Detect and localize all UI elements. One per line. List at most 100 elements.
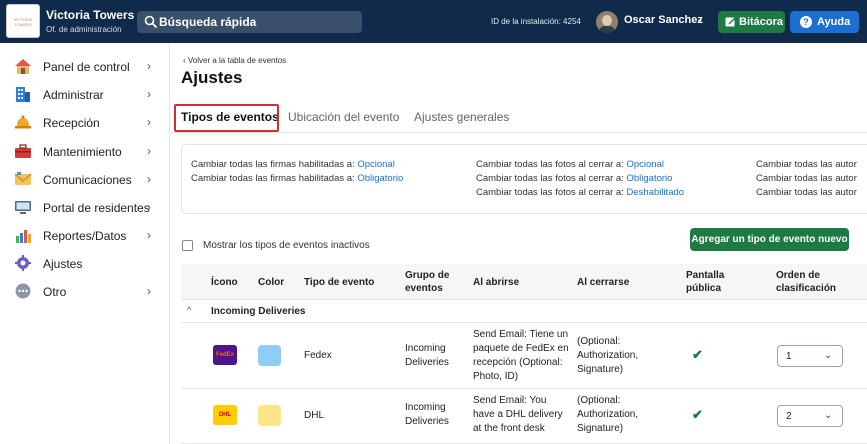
user-name[interactable]: Oscar Sanchez: [624, 14, 703, 26]
option-label: Cambiar todas las fotos al cerrar a:: [476, 159, 624, 170]
color-swatch[interactable]: [258, 405, 281, 426]
option-label: Cambiar todas las autor: [756, 159, 857, 170]
sidebar-item-panel[interactable]: Panel de control ›: [0, 52, 170, 80]
sidebar-item-reportes[interactable]: Reportes/Datos ›: [0, 221, 170, 249]
column-header-group: Grupo de eventos: [405, 269, 449, 295]
installation-id: ID de la instalación: 4254: [491, 17, 581, 26]
page-title: Ajustes: [181, 68, 243, 87]
sidebar-item-label: Administrar: [43, 88, 104, 102]
table-row[interactable]: DHL DHL Incoming Deliveries Send Email: …: [181, 389, 867, 444]
option-label: Cambiar todas las autor: [756, 187, 857, 198]
group-row[interactable]: ^ Incoming Deliveries: [181, 300, 867, 323]
sidebar-item-label: Portal de residentes: [43, 201, 150, 215]
search-icon: [144, 15, 158, 29]
bulk-options-card: Cambiar todas las firmas habilitadas a: …: [181, 144, 867, 214]
column-header-type: Tipo de evento: [304, 277, 375, 288]
show-inactive-checkbox[interactable]: [182, 240, 193, 251]
column-header-icon: Ícono: [211, 277, 238, 288]
event-group-line: Deliveries: [405, 357, 449, 368]
chevron-down-icon[interactable]: ⌄: [696, 14, 704, 25]
sort-order-select[interactable]: 1 ⌄: [777, 345, 843, 367]
back-link[interactable]: ‹ Volver a la tabla de eventos: [183, 56, 286, 65]
sidebar-item-comunicaciones[interactable]: Comunicaciones ›: [0, 165, 170, 193]
column-header-line: pública: [686, 283, 722, 294]
chevron-right-icon: ›: [147, 200, 151, 214]
sort-order-value: 1: [786, 351, 792, 362]
event-group: Incoming Deliveries: [405, 342, 449, 370]
option-signature-required: Cambiar todas las firmas habilitadas a: …: [191, 173, 403, 184]
table-header: Ícono Color Tipo de evento Grupo de even…: [181, 264, 867, 300]
color-swatch[interactable]: [258, 345, 281, 366]
check-icon: ✔: [692, 407, 703, 422]
sidebar-item-ajustes[interactable]: Ajustes: [0, 249, 170, 277]
top-bar: VICTORIA TOWERS Victoria Towers Of. de a…: [0, 0, 867, 43]
option-authorization: Cambiar todas las autor: [756, 173, 857, 184]
option-label: Cambiar todas las fotos al cerrar a:: [476, 173, 624, 184]
option-link[interactable]: Opcional: [357, 159, 395, 170]
option-photo-optional: Cambiar todas las fotos al cerrar a: Opc…: [476, 159, 664, 170]
table-row[interactable]: FedEx Fedex Incoming Deliveries Send Ema…: [181, 323, 867, 389]
option-authorization: Cambiar todas las autor: [756, 187, 857, 198]
chevron-down-icon: ⌄: [824, 350, 833, 361]
sidebar-item-portal[interactable]: Portal de residentes ›: [0, 193, 170, 221]
on-open-line: paquete de FedEx en: [473, 343, 569, 354]
brand-name: Victoria Towers: [46, 8, 135, 22]
column-header-color: Color: [258, 277, 285, 288]
chevron-up-icon[interactable]: ^: [187, 305, 191, 315]
chevron-right-icon: ›: [147, 59, 151, 73]
sidebar-item-label: Panel de control: [43, 60, 130, 74]
sidebar-item-administrar[interactable]: Administrar ›: [0, 80, 170, 108]
on-open-line: Send Email: Tiene un: [473, 329, 569, 340]
option-label: Cambiar todas las firmas habilitadas a:: [191, 173, 355, 184]
on-open-line: recepción (Optional:: [473, 357, 563, 368]
option-link[interactable]: Opcional: [626, 159, 664, 170]
event-type-name: Fedex: [304, 350, 332, 361]
avatar-face: [602, 15, 612, 26]
search-input[interactable]: Búsqueda rápida: [137, 11, 362, 33]
brand-subtitle: Of. de administración: [46, 25, 122, 34]
bell-icon: [15, 115, 31, 129]
event-types-table: Ícono Color Tipo de evento Grupo de even…: [181, 264, 867, 444]
option-link[interactable]: Obligatorio: [357, 173, 403, 184]
column-header-line: Pantalla: [686, 270, 725, 281]
option-link[interactable]: Deshabilitado: [626, 187, 684, 198]
building-icon: [16, 87, 30, 102]
chevron-down-icon: ⌄: [824, 410, 833, 421]
chevron-right-icon: ›: [147, 172, 151, 186]
on-open-action: Send Email: Tiene un paquete de FedEx en…: [473, 328, 569, 384]
on-close-line: (Optional:: [577, 395, 621, 406]
check-icon: ✔: [692, 347, 703, 362]
avatar-body: [599, 26, 615, 33]
sidebar-item-mantenimiento[interactable]: Mantenimiento ›: [0, 137, 170, 165]
event-group-line: Incoming: [405, 343, 446, 354]
chevron-right-icon: ›: [147, 87, 151, 101]
search-placeholder: Búsqueda rápida: [159, 15, 257, 29]
sidebar-item-otro[interactable]: Otro ›: [0, 277, 170, 305]
tab-ubicacion-del-evento[interactable]: Ubicación del evento: [288, 110, 399, 124]
column-header-open: Al abrirse: [473, 277, 520, 288]
event-type-name: DHL: [304, 410, 325, 421]
avatar[interactable]: [596, 11, 618, 33]
column-header-sort: Orden de clasificación: [776, 269, 836, 295]
option-link[interactable]: Obligatorio: [626, 173, 672, 184]
help-button[interactable]: ? Ayuda: [790, 11, 859, 33]
chevron-right-icon: ›: [147, 115, 151, 129]
column-header-close: Al cerrarse: [577, 277, 630, 288]
logo[interactable]: VICTORIA TOWERS: [6, 4, 40, 38]
on-open-action: Send Email: You have a DHL delivery at t…: [473, 394, 563, 436]
column-header-line: eventos: [405, 283, 443, 294]
bitacora-button[interactable]: Bitácora: [718, 11, 785, 33]
sidebar-item-recepcion[interactable]: Recepción ›: [0, 108, 170, 136]
sort-order-select[interactable]: 2 ⌄: [777, 405, 843, 427]
tab-ajustes-generales[interactable]: Ajustes generales: [414, 110, 509, 124]
on-open-line: Photo, ID): [473, 371, 519, 382]
option-label: Cambiar todas las fotos al cerrar a:: [476, 187, 624, 198]
event-group-line: Deliveries: [405, 416, 449, 427]
add-event-type-button[interactable]: Agregar un tipo de evento nuevo: [690, 228, 849, 251]
on-close-line: Signature): [577, 364, 624, 375]
chevron-right-icon: ›: [147, 284, 151, 298]
on-close-line: Authorization,: [577, 409, 639, 420]
sidebar-item-label: Mantenimiento: [43, 145, 122, 159]
chart-icon: [16, 230, 31, 243]
column-header-public: Pantalla pública: [686, 269, 724, 295]
